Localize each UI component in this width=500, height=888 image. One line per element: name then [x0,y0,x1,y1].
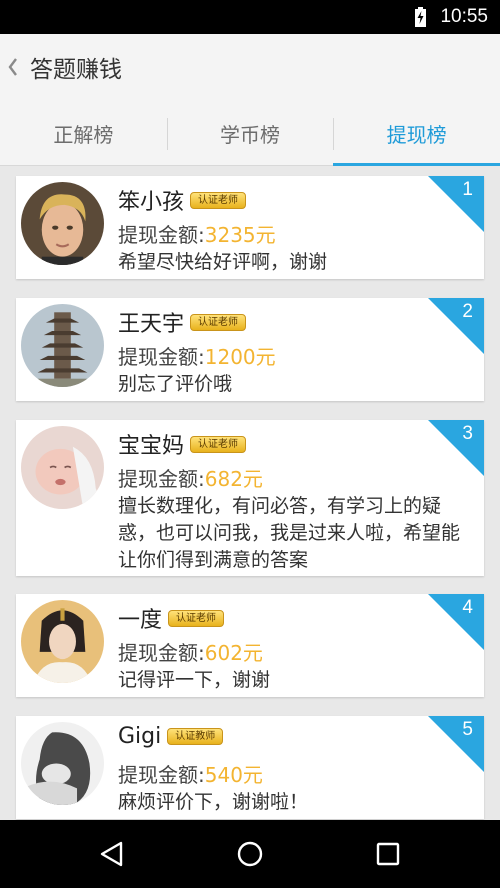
withdraw-amount: 提现金额:3235元 [118,219,276,248]
back-chevron-icon[interactable] [4,54,20,80]
costume-avatar-icon [21,600,104,683]
pagoda-avatar-icon [21,304,104,387]
user-message: 希望尽快给好评啊，谢谢 [118,251,328,273]
status-time: 10:55 [440,6,488,27]
action-bar: 答题赚钱 [0,34,500,102]
battery-charging-icon [415,7,426,27]
rank-corner [428,176,484,232]
portrait-avatar-icon [21,182,104,265]
user-name: 笨小孩 [118,190,185,215]
rank-corner [428,594,484,650]
rank-number: 1 [462,179,473,200]
ranking-list[interactable]: 笨小孩 认证老师 提现金额:3235元 希望尽快给好评啊，谢谢 1 王天宇 认证… [0,168,500,820]
rank-number: 3 [462,423,473,444]
rank-number: 5 [462,719,473,740]
ranking-card[interactable]: 笨小孩 认证老师 提现金额:3235元 希望尽快给好评啊，谢谢 1 [16,176,484,279]
amount-label: 提现金额: [118,345,205,369]
baby-avatar-icon [21,426,104,509]
amount-label: 提现金额: [118,641,205,665]
rank-number: 2 [462,301,473,322]
amount-label: 提现金额: [118,467,205,491]
nav-home-button[interactable] [200,820,300,888]
status-bar: 10:55 [0,0,500,34]
back-triangle-icon [100,841,123,867]
certified-badge: 认证老师 [168,609,225,627]
page-title: 答题赚钱 [30,57,122,83]
amount-value: 540元 [204,763,263,787]
rank-corner [428,716,484,772]
rank-triangle-icon [428,176,484,232]
tab-correct-ranking[interactable]: 正解榜 [0,102,167,165]
withdraw-amount: 提现金额:602元 [118,637,263,666]
tab-coin-ranking[interactable]: 学币榜 [166,102,334,165]
tab-withdraw-ranking[interactable]: 提现榜 [333,102,500,166]
withdraw-amount: 提现金额:1200元 [118,341,276,370]
grayscale-avatar-icon [21,722,104,805]
rank-corner [428,420,484,476]
rank-corner [428,298,484,354]
user-message: 别忘了评价哦 [118,373,233,395]
certified-badge: 认证老师 [190,313,247,331]
rank-triangle-icon [428,298,484,354]
user-message: 擅长数理化，有问必答，有学习上的疑惑，也可以问我，我是过来人啦，希望能让你们得到… [118,495,461,571]
navigation-bar [0,820,500,888]
ranking-card[interactable]: Gigi 认证教师 提现金额:540元 麻烦评价下，谢谢啦！ 5 [16,716,484,819]
user-name: 王天宇 [118,312,185,337]
user-name: 一度 [118,608,163,633]
withdraw-amount: 提现金额:682元 [118,463,263,492]
certified-badge: 认证教师 [167,728,224,745]
amount-value: 682元 [204,467,263,491]
ranking-card[interactable]: 宝宝妈 认证老师 提现金额:682元 擅长数理化，有问必答，有学习上的疑惑，也可… [16,420,484,576]
user-name: Gigi [118,724,162,749]
amount-value: 1200元 [204,345,276,369]
rank-triangle-icon [428,420,484,476]
amount-label: 提现金额: [118,763,205,787]
recents-square-icon [376,842,400,866]
nav-recents-button[interactable] [338,820,438,888]
rank-triangle-icon [428,594,484,650]
amount-value: 602元 [204,641,263,665]
certified-badge: 认证老师 [190,435,247,453]
tab-bar: 正解榜 学币榜 提现榜 [0,102,500,166]
certified-badge: 认证老师 [190,191,247,209]
amount-label: 提现金额: [118,223,205,247]
user-name: 宝宝妈 [118,434,185,459]
user-message: 麻烦评价下，谢谢啦！ [118,791,309,813]
ranking-card[interactable]: 一度 认证老师 提现金额:602元 记得评一下，谢谢 4 [16,594,484,697]
ranking-card[interactable]: 王天宇 认证老师 提现金额:1200元 别忘了评价哦 2 [16,298,484,401]
home-circle-icon [237,841,263,867]
user-message: 记得评一下，谢谢 [118,669,271,691]
amount-value: 3235元 [204,223,276,247]
withdraw-amount: 提现金额:540元 [118,759,263,788]
nav-back-button[interactable] [62,820,162,888]
rank-number: 4 [462,597,473,618]
rank-triangle-icon [428,716,484,772]
